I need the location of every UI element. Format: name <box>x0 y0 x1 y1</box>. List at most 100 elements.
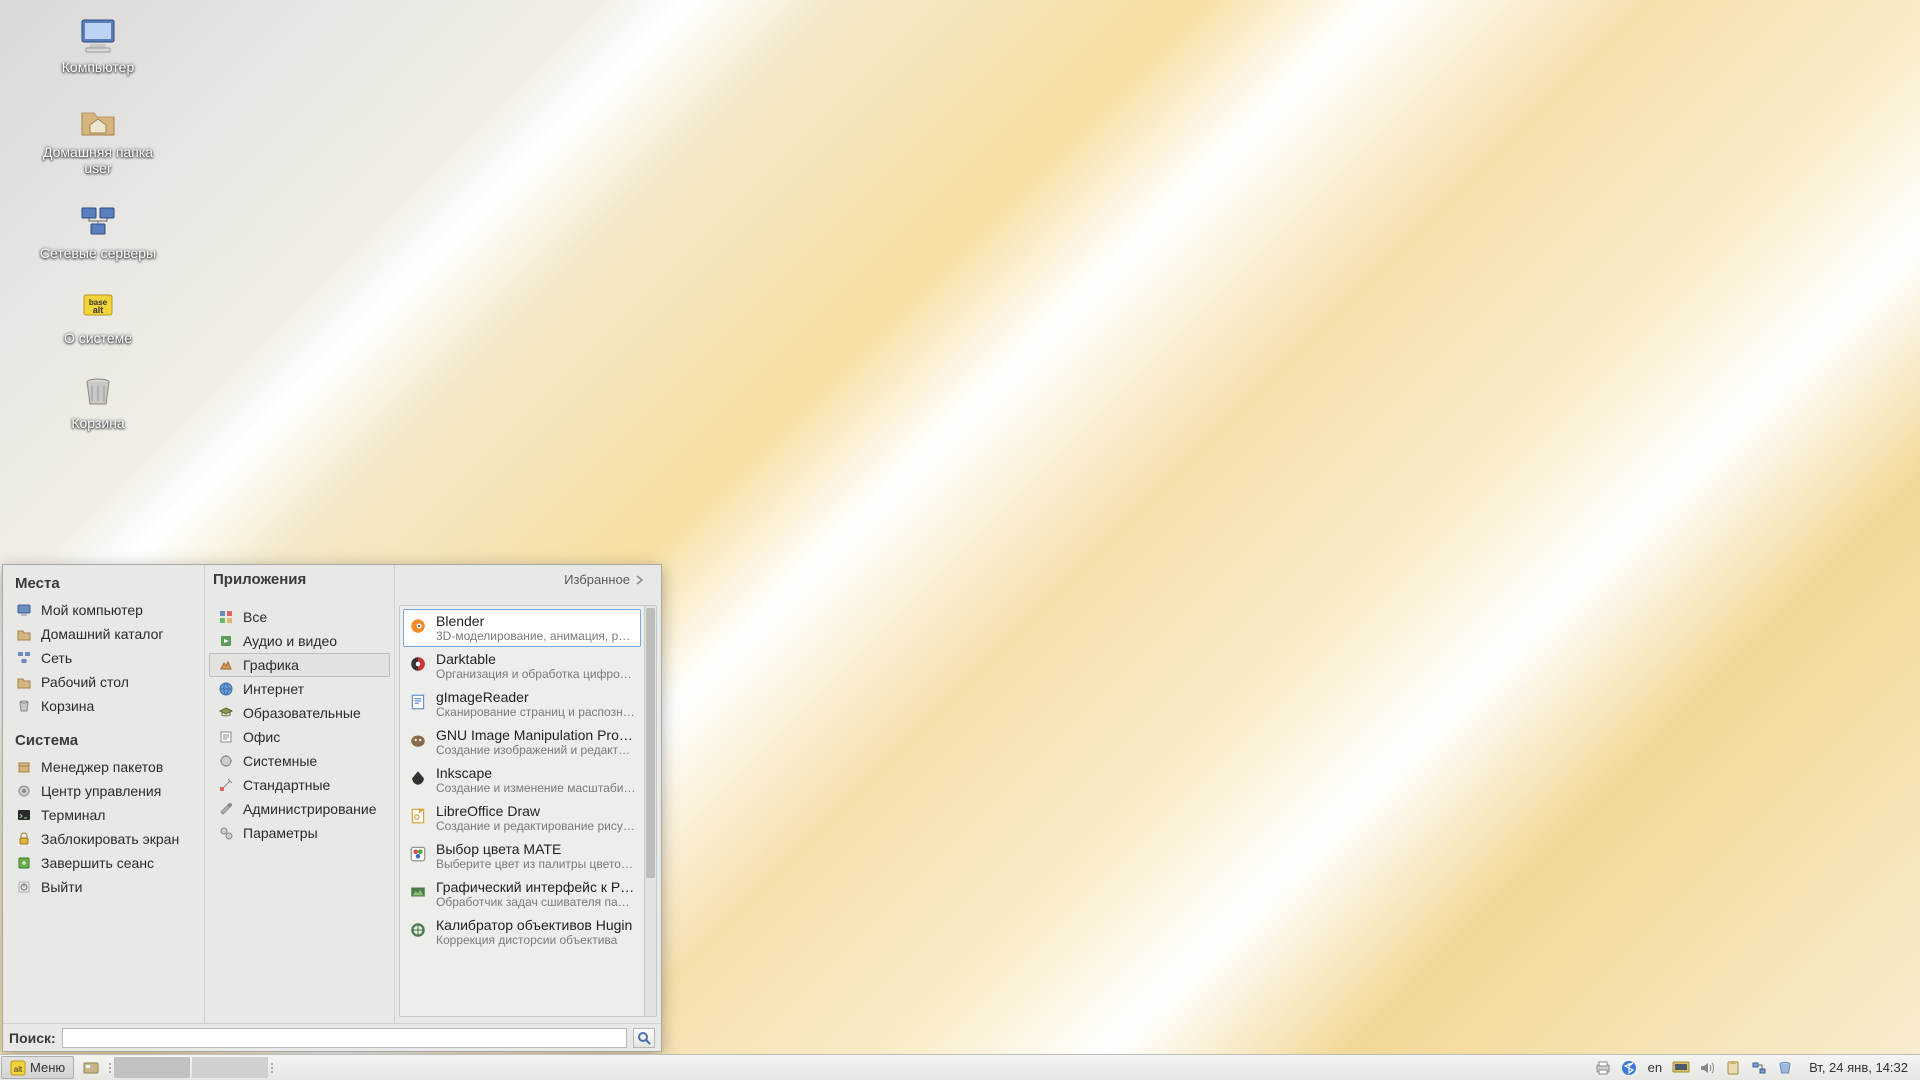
app-gimp[interactable]: GNU Image Manipulation Progr…Создание из… <box>403 723 641 761</box>
desktop-icon-home[interactable]: Домашняя папка user <box>18 101 178 176</box>
category-all[interactable]: Все <box>209 605 390 629</box>
cat-net-icon <box>217 680 235 698</box>
category-accessories[interactable]: Стандартные <box>209 773 390 797</box>
category-office[interactable]: Офис <box>209 725 390 749</box>
place-label: Мой компьютер <box>41 602 143 618</box>
app-name: gImageReader <box>436 689 636 705</box>
place-trash[interactable]: Корзина <box>7 694 200 718</box>
trash-tray-icon[interactable] <box>1775 1058 1795 1078</box>
system-logout[interactable]: Завершить сеанс <box>7 851 200 875</box>
show-desktop-button[interactable] <box>75 1055 107 1080</box>
desktop-folder-icon <box>15 673 33 691</box>
menu-button-label: Меню <box>30 1060 65 1075</box>
app-icon-blender <box>408 613 428 639</box>
category-label: Параметры <box>243 825 318 841</box>
computer-icon <box>76 16 120 56</box>
app-scrollbar[interactable] <box>644 606 656 1016</box>
trash-icon <box>76 372 120 412</box>
app-blender[interactable]: Blender3D-моделирование, анимация, ренд… <box>403 609 641 647</box>
system-quit[interactable]: Выйти <box>7 875 200 899</box>
taskbar-clock[interactable]: Вт, 24 янв, 14:32 <box>1801 1060 1916 1075</box>
place-label: Сеть <box>41 650 72 666</box>
display-tray-icon[interactable] <box>1671 1058 1691 1078</box>
app-name: Графический интерфейс к PT… <box>436 879 636 895</box>
desktop-icon-trash[interactable]: Корзина <box>18 372 178 431</box>
category-label: Все <box>243 609 267 625</box>
task-switcher-slot[interactable] <box>114 1057 190 1078</box>
category-admin[interactable]: Администрирование <box>209 797 390 821</box>
category-graphics[interactable]: Графика <box>209 653 390 677</box>
place-home-catalog[interactable]: Домашний каталог <box>7 622 200 646</box>
app-description: 3D-моделирование, анимация, ренд… <box>436 629 636 643</box>
bluetooth-tray-icon[interactable] <box>1619 1058 1639 1078</box>
place-my-computer[interactable]: Мой компьютер <box>7 598 200 622</box>
app-description: Выберите цвет из палитры цветов … <box>436 857 636 871</box>
app-name: LibreOffice Draw <box>436 803 636 819</box>
home-folder-icon <box>15 625 33 643</box>
app-darktable[interactable]: DarktableОрганизация и обработка цифровы… <box>403 647 641 685</box>
trash-icon <box>15 697 33 715</box>
desktop-icon-about[interactable]: basealt О системе <box>18 287 178 346</box>
search-icon <box>637 1031 651 1045</box>
start-menu-places-panel: Места Мой компьютер Домашний каталог Сеть Р… <box>3 565 205 1023</box>
desktop-icon-computer[interactable]: Компьютер <box>18 16 178 75</box>
system-label: Центр управления <box>41 783 161 799</box>
search-button[interactable] <box>633 1028 655 1048</box>
svg-text:alt: alt <box>93 305 104 315</box>
clipboard-tray-icon[interactable] <box>1723 1058 1743 1078</box>
cat-admin-icon <box>217 800 235 818</box>
cat-sys-icon <box>217 752 235 770</box>
app-pt-gui[interactable]: Графический интерфейс к PT…Обработчик за… <box>403 875 641 913</box>
desktop-icon-network[interactable]: Сетевые серверы <box>18 202 178 261</box>
app-gimagereader[interactable]: gImageReaderСканирование страниц и распо… <box>403 685 641 723</box>
cat-office-icon <box>217 728 235 746</box>
app-hugin-calib[interactable]: Калибратор объективов HuginКоррекция дис… <box>403 913 641 951</box>
category-label: Аудио и видео <box>243 633 337 649</box>
app-description: Создание и изменение масштабиру… <box>436 781 636 795</box>
place-network[interactable]: Сеть <box>7 646 200 670</box>
system-title: Система <box>7 728 200 755</box>
menu-button[interactable]: alt Меню <box>1 1056 74 1079</box>
desktop-icon-label: Корзина <box>71 415 124 431</box>
cat-edu-icon <box>217 704 235 722</box>
search-row: Поиск: <box>3 1023 661 1051</box>
category-audio-video[interactable]: Аудио и видео <box>209 629 390 653</box>
network-tray-icon[interactable] <box>1749 1058 1769 1078</box>
app-description: Обработчик задач сшивателя пано… <box>436 895 636 909</box>
search-input[interactable] <box>62 1028 627 1048</box>
app-description: Создание изображений и редактиро… <box>436 743 636 757</box>
places-title: Места <box>7 571 200 598</box>
category-label: Интернет <box>243 681 304 697</box>
category-education[interactable]: Образовательные <box>209 701 390 725</box>
network-icon <box>15 649 33 667</box>
system-label: Выйти <box>41 879 82 895</box>
start-menu: Места Мой компьютер Домашний каталог Сеть Р… <box>2 564 662 1052</box>
category-internet[interactable]: Интернет <box>209 677 390 701</box>
app-inkscape[interactable]: InkscapeСоздание и изменение масштабиру… <box>403 761 641 799</box>
system-control-center[interactable]: Центр управления <box>7 779 200 803</box>
system-terminal[interactable]: Терминал <box>7 803 200 827</box>
package-icon <box>15 758 33 776</box>
system-lock[interactable]: Заблокировать экран <box>7 827 200 851</box>
desktop-icons: Компьютер Домашняя папка user Сетевые се… <box>18 16 178 458</box>
keyboard-layout-indicator[interactable]: en <box>1645 1060 1665 1075</box>
volume-tray-icon[interactable] <box>1697 1058 1717 1078</box>
logout-icon <box>15 854 33 872</box>
app-mate-color[interactable]: Выбор цвета MATEВыберите цвет из палитры… <box>403 837 641 875</box>
place-label: Корзина <box>41 698 94 714</box>
app-description: Сканирование страниц и распознав… <box>436 705 636 719</box>
category-preferences[interactable]: Параметры <box>209 821 390 845</box>
category-system-cat[interactable]: Системные <box>209 749 390 773</box>
place-desktop[interactable]: Рабочий стол <box>7 670 200 694</box>
printer-tray-icon[interactable] <box>1593 1058 1613 1078</box>
app-name: Калибратор объективов Hugin <box>436 917 636 933</box>
app-name: Blender <box>436 613 636 629</box>
system-pkg-manager[interactable]: Менеджер пакетов <box>7 755 200 779</box>
panel-grip[interactable] <box>107 1055 113 1080</box>
app-name: GNU Image Manipulation Progr… <box>436 727 636 743</box>
app-icon-inkscape <box>408 765 428 791</box>
task-switcher-slot[interactable] <box>192 1057 268 1078</box>
lock-icon <box>15 830 33 848</box>
app-lodraw[interactable]: LibreOffice DrawСоздание и редактировани… <box>403 799 641 837</box>
app-icon-gimp <box>408 727 428 753</box>
